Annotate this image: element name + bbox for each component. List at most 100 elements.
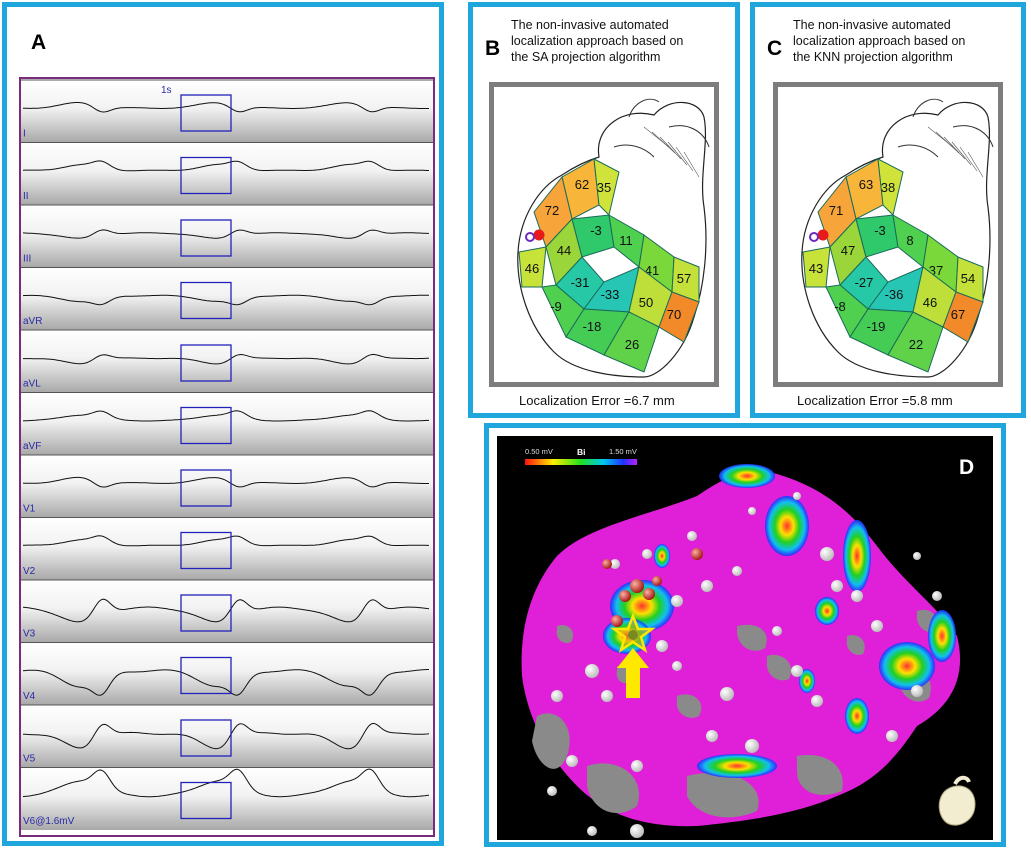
panel-c-title-line-2: localization approach based on: [793, 34, 966, 48]
mapping-point: [748, 507, 756, 515]
ecg-lead-label: aVL: [23, 379, 41, 390]
segment-value: 43: [809, 261, 823, 276]
ecg-lead-label: V2: [23, 566, 36, 577]
segment-value: -36: [885, 287, 904, 302]
mapping-point: [831, 580, 843, 592]
segment-value: -3: [874, 223, 886, 238]
ecg-scale-label: 1s: [161, 85, 172, 96]
ecg-tracing-area: IIIIIIaVRaVLaVFV1V2V3V4V5V6@1.6mV 1s: [19, 77, 435, 837]
mapping-point: [566, 755, 578, 767]
mapping-point: [793, 492, 801, 500]
segment-value: 62: [575, 177, 589, 192]
scale-max-label: 1.50 mV: [609, 447, 637, 456]
ecg-lead-label: V3: [23, 629, 36, 640]
ecg-lead-label: V4: [23, 691, 36, 702]
panel-c-letter: C: [767, 37, 783, 60]
mapping-point: [656, 640, 668, 652]
segment-value: -3: [590, 223, 602, 238]
panel-c-map-frame: 63 71 38 43 47 -3 -27 8 37 54 -8 -36 46 -19 67 22: [773, 82, 1003, 387]
segment-value: 8: [906, 233, 913, 248]
segment-value: -9: [550, 299, 562, 314]
predicted-site-marker: [533, 229, 545, 241]
panel-d-letter: D: [959, 456, 974, 479]
panel-b-letter: B: [485, 37, 501, 60]
mapping-point: [701, 580, 713, 592]
mapping-point: [706, 730, 718, 742]
segment-value: -18: [583, 319, 602, 334]
ecg-lead-label: aVF: [23, 441, 41, 452]
panel-c-heart-diagram: 6371384347-3-2783754-8-3646-196722: [801, 98, 994, 378]
electroanatomic-map: 0.50 mV Bi 1.50 mV D: [497, 436, 993, 840]
mapping-point: [851, 590, 863, 602]
segment-value: 70: [667, 307, 681, 322]
mapping-point: [911, 685, 923, 697]
segment-value: -27: [855, 275, 874, 290]
panel-b-sa-map: B The non-invasive automated localizatio…: [468, 2, 740, 418]
ecg-lead-label: V1: [23, 504, 36, 515]
ecg-lead-label: III: [23, 254, 31, 265]
segment-value: -8: [834, 299, 846, 314]
mapping-point: [630, 824, 644, 838]
segment-value: 35: [597, 180, 611, 195]
panel-c-localization-error: Localization Error =5.8 mm: [797, 393, 953, 408]
ecg-strip-bg: [21, 455, 433, 518]
ecg-strip-bg: [21, 267, 433, 330]
segment-value: 26: [625, 337, 639, 352]
mapping-point: [811, 695, 823, 707]
mapping-point: [886, 730, 898, 742]
panel-b-heart-diagram: 6272354644-3-31114157-9-3350-187026: [517, 98, 710, 378]
mapping-point: [585, 664, 599, 678]
voltage-color-scale: [525, 459, 637, 465]
segment-value: 54: [961, 271, 975, 286]
panel-c-knn-map: C The non-invasive automated localizatio…: [750, 2, 1026, 418]
segment-value: 46: [525, 261, 539, 276]
mapping-point: [547, 786, 557, 796]
panel-b-title-line-3: the SA projection algorithm: [511, 50, 661, 64]
segment-value: 22: [909, 337, 923, 352]
panel-b-title-line-1: The non-invasive automated: [511, 18, 669, 32]
mapping-point: [671, 595, 683, 607]
ecg-lead-label: V5: [23, 754, 36, 765]
mapping-point: [687, 531, 697, 541]
mapping-point: [672, 661, 682, 671]
true-site-marker: [525, 232, 535, 242]
segment-value: 57: [677, 271, 691, 286]
segment-value: 67: [951, 307, 965, 322]
segment-value: 71: [829, 203, 843, 218]
scale-min-label: 0.50 mV: [525, 447, 553, 456]
mapping-point: [732, 566, 742, 576]
predicted-site-marker: [817, 229, 829, 241]
mapping-point: [631, 760, 643, 772]
panel-c-title-line-3: the KNN projection algorithm: [793, 50, 953, 64]
ecg-lead-label: I: [23, 129, 26, 140]
scale-mode-label: Bi: [577, 447, 586, 457]
segment-value: -33: [601, 287, 620, 302]
mapping-point: [551, 690, 563, 702]
ecg-lead-label: V6@1.6mV: [23, 816, 75, 827]
ecg-strip-bg: [21, 517, 433, 580]
segment-value: 46: [923, 295, 937, 310]
mapping-point: [642, 549, 652, 559]
ecg-strip-bg: [21, 392, 433, 455]
true-site-marker: [809, 232, 819, 242]
ecg-strip-bg: [21, 580, 433, 643]
ecg-lead-label: II: [23, 191, 29, 202]
mapping-point: [720, 687, 734, 701]
panel-b-map-frame: 62 72 35 46 44 -3 -31 11 41 57 -9 -33 50 -18 70 26: [489, 82, 719, 387]
mapping-point: [932, 591, 942, 601]
ecg-strip-bg: [21, 705, 433, 768]
mapping-point: [871, 620, 883, 632]
mapping-point: [772, 626, 782, 636]
panel-c-title-line-1: The non-invasive automated: [793, 18, 951, 32]
panel-d-voltage-map: 0.50 mV Bi 1.50 mV D: [484, 423, 1006, 847]
mapping-point: [913, 552, 921, 560]
segment-value: -19: [867, 319, 886, 334]
panel-a-ecg: A I II III aVR aVL aVF V1 V2 V3 V4 V5 V6@1.6mV 1s: [2, 2, 444, 846]
segment-value: 44: [557, 243, 571, 258]
segment-value: 38: [881, 180, 895, 195]
panel-a-letter: A: [31, 31, 47, 54]
segment-value: 72: [545, 203, 559, 218]
mapping-point: [791, 665, 803, 677]
segment-value: -31: [571, 275, 590, 290]
panel-b-localization-error: Localization Error =6.7 mm: [519, 393, 675, 408]
